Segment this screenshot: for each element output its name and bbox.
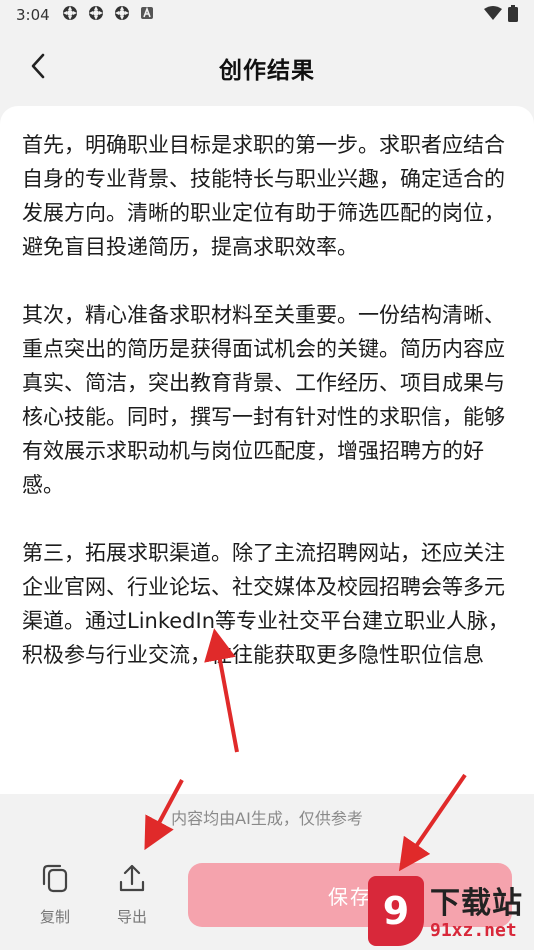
copy-icon	[40, 864, 70, 898]
save-button[interactable]: 保存	[188, 863, 512, 927]
ai-disclaimer: 内容均由AI生成，仅供参考	[171, 809, 363, 828]
result-paragraph-2: 其次，精心准备求职材料至关重要。一份结构清晰、重点突出的简历是获得面试机会的关键…	[22, 303, 505, 497]
notification-icon	[62, 5, 78, 25]
copy-label: 复制	[39, 908, 70, 926]
result-content-card[interactable]: 首先，明确职业目标是求职的第一步。求职者应结合自身的专业背景、技能特长与职业兴趣…	[0, 106, 534, 794]
export-button[interactable]: 导出	[102, 862, 162, 927]
result-paragraph-3: 第三，拓展求职渠道。除了主流招聘网站，还应关注企业官网、行业论坛、社交媒体及校园…	[22, 541, 510, 667]
back-button[interactable]	[22, 52, 54, 84]
battery-icon	[508, 4, 518, 26]
status-time: 3:04	[16, 6, 50, 24]
result-text: 首先，明确职业目标是求职的第一步。求职者应结合自身的专业背景、技能特长与职业兴趣…	[0, 106, 534, 672]
wifi-icon	[484, 5, 502, 25]
export-label: 导出	[116, 908, 147, 926]
notification-icon	[114, 5, 130, 25]
header: 创作结果	[0, 38, 534, 98]
content-fade	[0, 704, 534, 794]
copy-button[interactable]: 复制	[25, 862, 85, 927]
chevron-left-icon	[29, 53, 47, 83]
upload-icon	[117, 864, 147, 898]
page-title: 创作结果	[219, 58, 315, 84]
notification-icon	[88, 5, 104, 25]
result-paragraph-1: 首先，明确职业目标是求职的第一步。求职者应结合自身的专业背景、技能特长与职业兴趣…	[22, 133, 505, 259]
status-bar: 3:04	[0, 0, 534, 30]
notification-icon	[140, 6, 154, 24]
status-right	[484, 4, 518, 26]
bottom-action-bar: 复制 导出 保存	[0, 850, 534, 950]
